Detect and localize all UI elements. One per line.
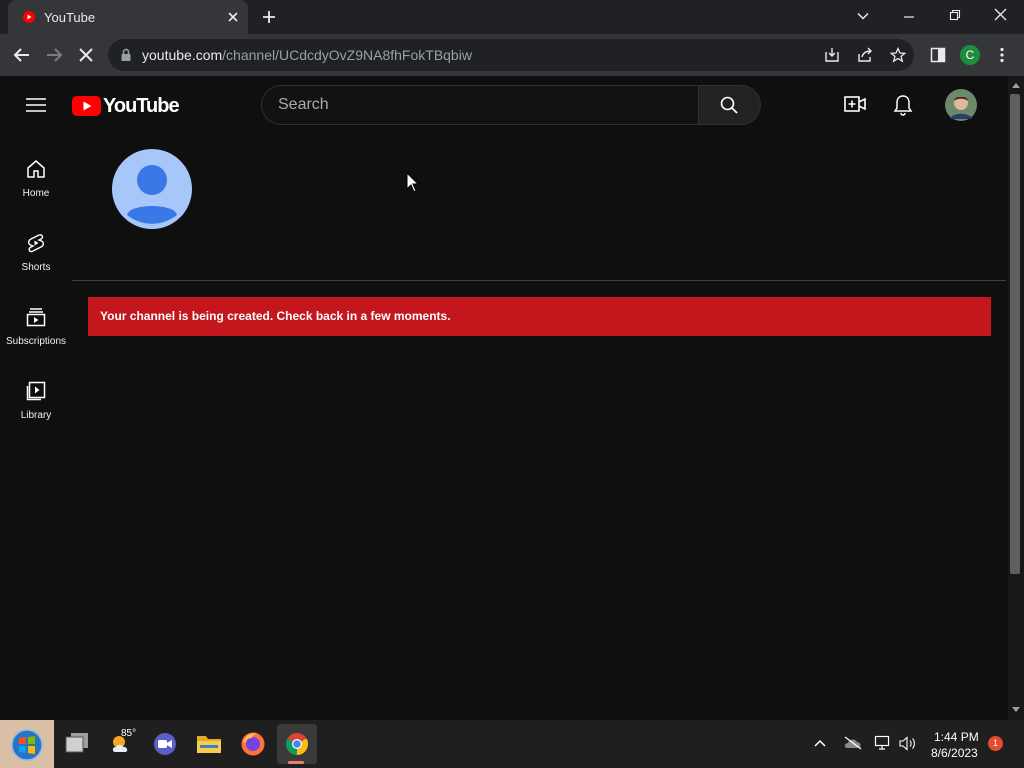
library-icon <box>26 381 46 401</box>
task-view-icon[interactable] <box>64 732 90 754</box>
scroll-down-icon[interactable] <box>1011 706 1021 714</box>
volume-icon[interactable] <box>899 736 917 751</box>
banner-message: Your channel is being created. Check bac… <box>100 309 451 323</box>
forward-icon[interactable] <box>45 47 63 63</box>
notifications-bell-icon[interactable] <box>893 94 913 116</box>
close-window-icon[interactable] <box>994 8 1007 21</box>
stop-loading-icon[interactable] <box>77 46 95 64</box>
url-host: youtube.com <box>142 47 223 63</box>
account-avatar[interactable] <box>945 89 977 121</box>
channel-avatar <box>112 149 192 229</box>
browser-tab-youtube[interactable]: YouTube <box>8 0 248 34</box>
search-button[interactable] <box>698 85 761 125</box>
shorts-icon <box>27 234 45 253</box>
tab-search-icon[interactable] <box>857 10 869 22</box>
firefox-icon[interactable] <box>240 731 266 757</box>
notification-center-badge[interactable]: 1 <box>988 736 1003 751</box>
url-text[interactable]: youtube.com/channel/UCdcdyOvZ9NA8fhFokTB… <box>142 47 472 63</box>
youtube-play-logo-icon <box>72 96 101 116</box>
chrome-icon[interactable] <box>285 732 309 756</box>
onedrive-offline-icon[interactable] <box>843 736 863 750</box>
youtube-favicon-icon <box>23 11 35 23</box>
network-icon[interactable] <box>874 735 892 751</box>
sidebar-item-home[interactable]: Home <box>0 154 72 216</box>
sidebar-item-label: Home <box>22 188 50 199</box>
search-input[interactable]: Search <box>261 85 699 125</box>
lock-icon[interactable] <box>120 48 132 62</box>
browser-tabstrip: YouTube <box>0 0 1024 34</box>
clock-date[interactable]: 8/6/2023 <box>931 746 978 760</box>
sidebar-item-shorts[interactable]: Shorts <box>0 228 72 290</box>
address-bar[interactable]: youtube.com/channel/UCdcdyOvZ9NA8fhFokTB… <box>108 39 914 71</box>
weather-temperature: 85° <box>121 728 137 739</box>
tab-title: YouTube <box>44 10 96 25</box>
bookmark-star-icon[interactable] <box>890 47 906 63</box>
sidebar-item-label: Subscriptions <box>5 336 67 347</box>
install-app-icon[interactable] <box>824 47 840 63</box>
browser-profile-avatar[interactable]: C <box>960 45 980 65</box>
scrollbar-thumb[interactable] <box>1010 94 1020 574</box>
show-hidden-icons-icon[interactable] <box>814 738 826 748</box>
file-explorer-icon[interactable] <box>196 733 222 755</box>
search-placeholder: Search <box>278 96 329 113</box>
minimize-icon[interactable] <box>903 11 915 23</box>
sidebar-item-label: Library <box>20 410 52 421</box>
close-tab-icon[interactable] <box>227 11 239 23</box>
sidebar-item-label: Shorts <box>21 262 51 273</box>
sidebar-item-subscriptions[interactable]: Subscriptions <box>0 302 72 364</box>
subscriptions-icon <box>26 308 46 327</box>
share-icon[interactable] <box>857 47 873 63</box>
chrome-running-indicator <box>288 761 304 764</box>
home-icon <box>27 160 45 178</box>
url-path: /channel/UCdcdyOvZ9NA8fhFokTBqbiw <box>222 47 472 63</box>
sidebar-item-library[interactable]: Library <box>0 376 72 438</box>
guide-menu-icon[interactable] <box>26 97 46 113</box>
clock-time[interactable]: 1:44 PM <box>934 730 979 744</box>
start-button[interactable] <box>0 720 54 768</box>
video-chat-icon[interactable] <box>152 732 178 756</box>
search-icon <box>720 96 738 114</box>
browser-menu-icon[interactable] <box>999 47 1005 63</box>
back-icon[interactable] <box>13 47 31 63</box>
channel-creation-banner: Your channel is being created. Check bac… <box>88 297 991 336</box>
restore-icon[interactable] <box>949 9 961 21</box>
side-panel-icon[interactable] <box>930 47 946 63</box>
youtube-logo[interactable]: YouTube <box>72 94 180 118</box>
start-orb-icon <box>11 729 43 761</box>
new-tab-icon[interactable] <box>262 10 276 24</box>
youtube-logo-text: YouTube <box>103 95 180 117</box>
channel-header-divider <box>72 280 1006 281</box>
scroll-up-icon[interactable] <box>1011 81 1021 89</box>
mouse-cursor-icon <box>406 172 420 193</box>
create-video-icon[interactable] <box>844 95 866 113</box>
